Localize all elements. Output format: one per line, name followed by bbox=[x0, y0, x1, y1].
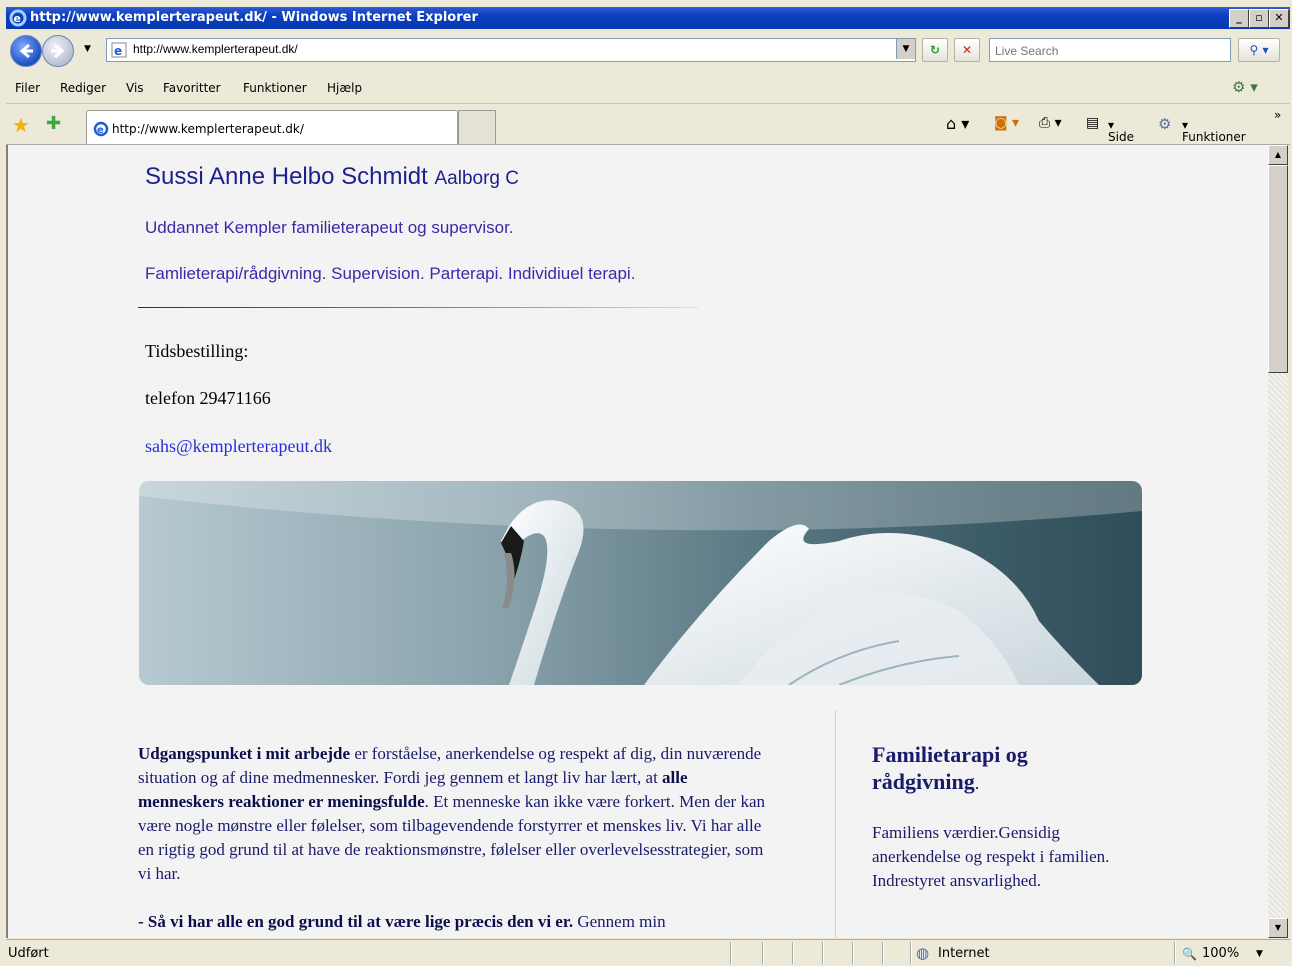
intro-bold-3: - Så vi har alle en god grund til at vær… bbox=[138, 912, 574, 931]
tab-title: http://www.kemplerterapeut.dk/ bbox=[112, 122, 304, 136]
status-separator bbox=[910, 942, 912, 964]
person-name: Sussi Anne Helbo Schmidt bbox=[145, 163, 428, 190]
tools-gear-icon[interactable]: ⚙ bbox=[1158, 115, 1171, 133]
city-label: Aalborg C bbox=[434, 168, 520, 189]
tab-active[interactable]: e http://www.kemplerterapeut.dk/ bbox=[86, 110, 458, 144]
column-divider bbox=[835, 710, 836, 938]
zoom-dropdown-icon[interactable]: ▼ bbox=[1256, 949, 1263, 959]
toolbar-options-icon[interactable]: ⚙ ▾ bbox=[1232, 78, 1258, 96]
intro-text-3: Gennem min bbox=[573, 912, 666, 931]
feeds-icon[interactable]: ◙ ▾ bbox=[994, 115, 1019, 131]
svg-text:e: e bbox=[97, 125, 104, 136]
status-separator bbox=[730, 942, 732, 964]
menu-view[interactable]: Vis bbox=[126, 81, 144, 95]
page-heading: Sussi Anne Helbo Schmidt Aalborg C bbox=[145, 163, 519, 191]
search-input[interactable] bbox=[993, 41, 1229, 61]
tools-menu[interactable]: Funktioner ▾ bbox=[1182, 118, 1246, 144]
side-heading-text: Familietarapi og rådgivning bbox=[872, 742, 1028, 794]
zoom-level[interactable]: 100% bbox=[1202, 946, 1239, 961]
minimize-button[interactable]: _ bbox=[1229, 9, 1249, 28]
zoom-icon[interactable]: 🔍 bbox=[1182, 947, 1197, 961]
close-window-button[interactable]: ✕ bbox=[1269, 9, 1289, 28]
side-paragraph: Familiens værdier.Gensidig anerkendelse … bbox=[872, 823, 1110, 890]
scroll-thumb[interactable] bbox=[1268, 165, 1288, 373]
intro-bold-1: Udgangspunket i mit arbejde bbox=[138, 744, 351, 763]
address-url: http://www.kemplerterapeut.dk/ bbox=[133, 42, 298, 56]
tools-menu-label: Funktioner bbox=[1182, 130, 1246, 144]
scroll-up-arrow-icon[interactable]: ▲ bbox=[1268, 145, 1288, 165]
status-separator bbox=[852, 942, 854, 964]
svg-text:e: e bbox=[114, 44, 122, 58]
back-button[interactable] bbox=[10, 35, 42, 67]
ie-logo-icon: e bbox=[9, 9, 27, 27]
forward-arrow-icon bbox=[51, 43, 65, 59]
status-separator bbox=[792, 942, 794, 964]
back-arrow-icon bbox=[19, 43, 33, 59]
page-menu-label: Side bbox=[1108, 130, 1134, 144]
address-dropdown-icon[interactable]: ▼ bbox=[896, 39, 915, 59]
menu-favorites[interactable]: Favoritter bbox=[163, 81, 221, 95]
menu-file[interactable]: Filer bbox=[15, 81, 40, 95]
menu-help[interactable]: Hjælp bbox=[327, 81, 362, 95]
phone-number: telefon 29471166 bbox=[145, 388, 271, 408]
menu-tools[interactable]: Funktioner bbox=[243, 81, 307, 95]
tab-bar: ★ ✚ e http://www.kemplerterapeut.dk/ ⌂ ▾… bbox=[6, 106, 1290, 145]
side-heading-dot: . bbox=[974, 773, 980, 793]
search-box[interactable] bbox=[989, 38, 1231, 62]
menu-edit[interactable]: Rediger bbox=[60, 81, 106, 95]
ie-page-icon: e bbox=[111, 42, 127, 58]
page-menu[interactable]: Side ▾ bbox=[1108, 118, 1134, 144]
ie-tab-icon: e bbox=[93, 121, 109, 137]
maximize-button[interactable]: ▫ bbox=[1249, 9, 1269, 28]
status-separator bbox=[882, 942, 884, 964]
favorites-star-icon[interactable]: ★ bbox=[12, 113, 30, 137]
email-link[interactable]: sahs@kemplerterapeut.dk bbox=[145, 436, 332, 457]
forward-button[interactable] bbox=[42, 35, 74, 67]
status-text: Udført bbox=[8, 946, 49, 961]
window-title-bar: e http://www.kemplerterapeut.dk/ - Windo… bbox=[6, 7, 1290, 29]
intro-paragraph: Udgangspunket i mit arbejde er forståels… bbox=[138, 742, 768, 934]
add-favorite-icon[interactable]: ✚ bbox=[46, 113, 61, 134]
status-separator bbox=[762, 942, 764, 964]
window-title: http://www.kemplerterapeut.dk/ - Windows… bbox=[30, 10, 478, 25]
subtitle: Uddannet Kempler familieterapeut og supe… bbox=[145, 218, 514, 237]
more-chevron-icon[interactable]: » bbox=[1274, 108, 1281, 122]
page-icon[interactable]: ▤ bbox=[1086, 115, 1099, 131]
status-separator bbox=[1174, 942, 1176, 964]
svg-text:e: e bbox=[14, 12, 21, 25]
swan-image bbox=[139, 481, 1142, 685]
menu-bar: Filer Rediger Vis Favoritter Funktioner … bbox=[6, 73, 1290, 104]
print-icon[interactable]: ⎙ ▾ bbox=[1039, 115, 1062, 131]
new-tab-button[interactable] bbox=[458, 110, 496, 144]
scroll-down-arrow-icon[interactable]: ▼ bbox=[1268, 918, 1288, 938]
booking-label: Tidsbestilling: bbox=[145, 341, 249, 361]
stop-button[interactable]: ✕ bbox=[954, 38, 980, 62]
side-heading: Familietarapi og rådgivning. bbox=[872, 741, 1122, 797]
address-field[interactable]: e http://www.kemplerterapeut.dk/ ▼ bbox=[106, 38, 916, 62]
internet-globe-icon: ◍ bbox=[916, 944, 930, 962]
refresh-button[interactable]: ↻ bbox=[922, 38, 948, 62]
address-toolbar: ▼ e http://www.kemplerterapeut.dk/ ▼ ↻ ✕… bbox=[6, 29, 1290, 71]
services-line: Famlieterapi/rådgivning. Supervision. Pa… bbox=[145, 264, 636, 283]
vertical-scrollbar[interactable]: ▲ ▼ bbox=[1268, 145, 1288, 938]
header-divider bbox=[138, 307, 698, 308]
status-bar: Udført ◍ Internet 🔍 100% ▼ bbox=[6, 939, 1290, 966]
swan-banner bbox=[139, 481, 1142, 685]
page-viewport: Sussi Anne Helbo Schmidt Aalborg C Uddan… bbox=[6, 145, 1270, 938]
status-separator bbox=[822, 942, 824, 964]
home-icon[interactable]: ⌂ ▾ bbox=[946, 114, 969, 133]
search-button[interactable]: ⚲ ▾ bbox=[1238, 38, 1280, 62]
security-zone: Internet bbox=[938, 946, 990, 961]
history-dropdown-icon[interactable]: ▼ bbox=[84, 44, 91, 54]
